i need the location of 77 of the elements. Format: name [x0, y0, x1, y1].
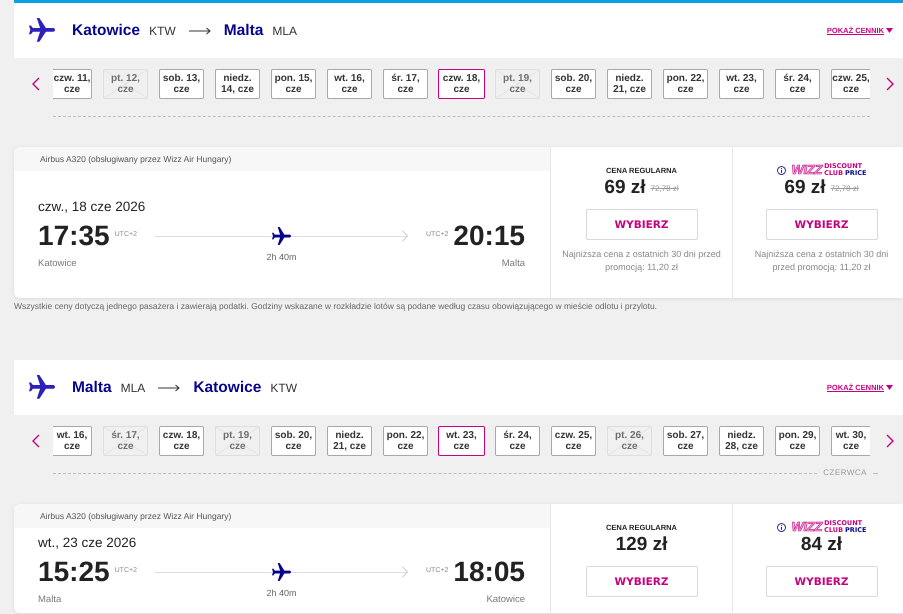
destination-label: Malta: [502, 258, 525, 270]
date-button[interactable]: śr. 24, cze: [775, 69, 820, 99]
date-button[interactable]: pon. 22, cze: [383, 426, 428, 456]
arrow-right-icon: [158, 384, 180, 392]
plane-icon: [29, 18, 55, 43]
origin-city: Malta: [72, 378, 112, 396]
chevron-left-icon: [32, 77, 40, 91]
origin-code: KTW: [149, 24, 176, 38]
flight-date: wt., 23 cze 2026: [38, 535, 138, 551]
departure-time: 15:25: [38, 557, 110, 587]
footnote: Wszystkie ceny dotyczą jednego pasażera i zawierają podatki. Godziny wskazane w rozkładzie lotów są podane według czasu obowiązującego w mieście odlotu i przylotu.: [14, 301, 658, 312]
date-button[interactable]: niedz. 21, cze: [607, 69, 652, 99]
aircraft-info: Airbus A320 (obsługiwany przez Wizz Air Hungary): [14, 504, 550, 528]
chevron-right-icon: [886, 77, 894, 91]
caret-down-icon: [886, 385, 893, 390]
departure-time: 17:35: [38, 221, 110, 251]
plane-icon: [272, 226, 291, 246]
date-button[interactable]: sob. 27, cze: [663, 426, 708, 456]
duration-label: 2h 40m: [266, 251, 297, 264]
plane-icon: [29, 375, 55, 400]
select-button[interactable]: WYBIERZ: [766, 209, 878, 240]
date-button[interactable]: sob. 13, cze: [159, 69, 204, 99]
price-note: Najniższa cena z ostatnich 30 dni przed promocją: 11,20 zł: [561, 248, 722, 274]
date-button[interactable]: śr. 24, cze: [495, 426, 540, 456]
date-button[interactable]: wt. 16, cze: [53, 426, 92, 456]
chevron-left-icon: [32, 434, 40, 448]
destination-label: Katowice: [486, 594, 525, 606]
duration-label: 2h 40m: [266, 587, 297, 600]
caret-down-icon: [886, 28, 893, 33]
date-button[interactable]: wt. 30, cze: [831, 426, 870, 456]
origin-label: Katowice: [38, 258, 78, 270]
origin-city: Katowice: [72, 22, 140, 40]
plane-icon: [272, 562, 291, 582]
arrival-time: 18:05: [453, 557, 525, 587]
month-label: CZERWCA: [822, 468, 868, 478]
date-button[interactable]: sob. 20, cze: [551, 69, 596, 99]
origin-code: MLA: [120, 380, 146, 394]
origin-label: Malta: [38, 594, 62, 606]
date-button[interactable]: czw. 18, cze: [438, 69, 485, 99]
date-button[interactable]: pon. 15, cze: [271, 69, 316, 99]
price: 69 zł: [604, 177, 646, 199]
select-button[interactable]: WYBIERZ: [586, 209, 698, 240]
info-icon[interactable]: [776, 166, 786, 174]
date-button[interactable]: czw. 25, cze: [831, 69, 870, 99]
date-button[interactable]: niedz. 14, cze: [215, 69, 260, 99]
old-price: 72,78 zł: [830, 184, 859, 192]
destination-code: MLA: [272, 24, 298, 38]
flight-date: czw., 18 cze 2026: [38, 199, 146, 215]
date-button[interactable]: wt. 16, cze: [327, 69, 372, 99]
logo-wordmark: WIZZ: [792, 520, 822, 534]
price: 84 zł: [800, 534, 842, 556]
price: 69 zł: [784, 177, 826, 199]
aircraft-info: Airbus A320 (obsługiwany przez Wizz Air Hungary): [14, 147, 550, 171]
old-price: 72,78 zł: [650, 184, 679, 192]
date-button[interactable]: czw. 18, cze: [159, 426, 204, 456]
date-button[interactable]: pon. 29, cze: [775, 426, 820, 456]
destination-city: Malta: [224, 22, 264, 40]
date-button[interactable]: wt. 23, cze: [438, 426, 485, 456]
arrival-time: 20:15: [453, 221, 525, 251]
date-button[interactable]: wt. 23, cze: [719, 69, 764, 99]
chevron-right-icon: [886, 434, 894, 448]
date-button[interactable]: czw. 11, cze: [53, 69, 92, 99]
date-button[interactable]: niedz. 28, cze: [719, 426, 764, 456]
date-button[interactable]: niedz. 21, cze: [327, 426, 372, 456]
info-icon[interactable]: [776, 522, 786, 532]
destination-city: Katowice: [193, 378, 262, 396]
price: 129 zł: [616, 534, 668, 556]
date-button[interactable]: sob. 20, cze: [271, 426, 316, 456]
arrow-right-icon: [188, 26, 211, 34]
date-button[interactable]: czw. 25, cze: [551, 426, 596, 456]
date-button[interactable]: pon. 22, cze: [663, 69, 708, 99]
select-button[interactable]: WYBIERZ: [586, 566, 698, 597]
date-button[interactable]: śr. 17, cze: [383, 69, 428, 99]
select-button[interactable]: WYBIERZ: [766, 566, 878, 597]
price-note: Najniższa cena z ostatnich 30 dni przed promocją: 11,20 zł: [754, 248, 890, 274]
logo-wordmark: WIZZ: [792, 163, 822, 177]
destination-code: KTW: [270, 380, 298, 394]
